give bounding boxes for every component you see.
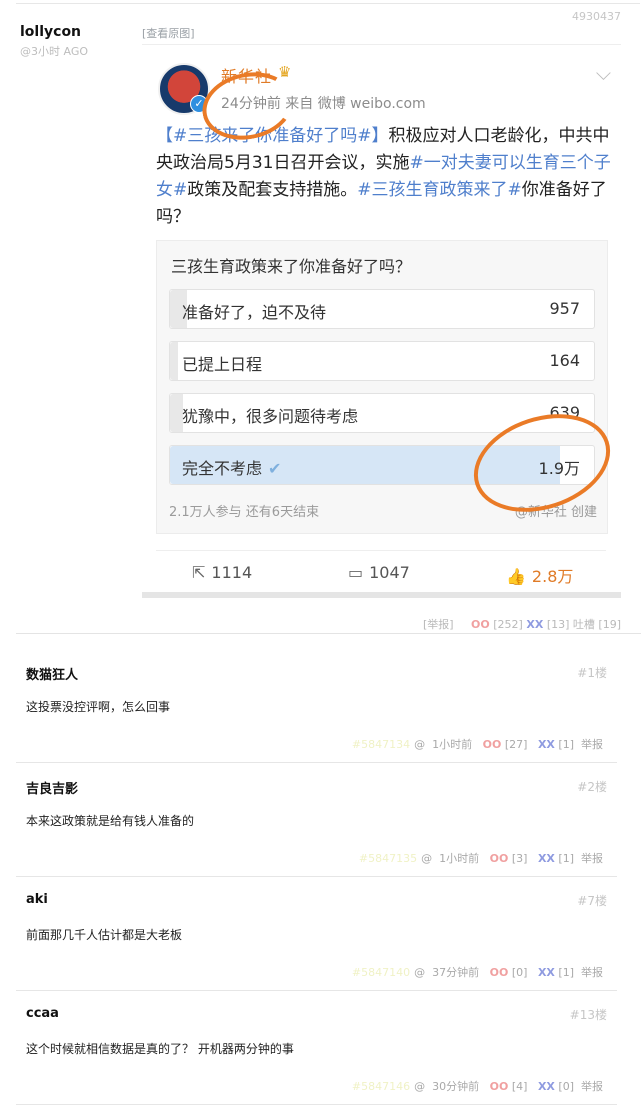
comment-meta: #5847140 @ 37分钟前 OO [0] XX [1] 举报 bbox=[351, 966, 603, 979]
xx-button[interactable]: XX bbox=[538, 1080, 555, 1093]
screenshot-bottom-bar bbox=[142, 592, 621, 598]
comment-user[interactable]: 数猫狂人 bbox=[26, 664, 78, 683]
comment-hash: #5847134 bbox=[351, 738, 411, 751]
report-link[interactable]: 举报 bbox=[581, 1080, 603, 1093]
comment-action[interactable]: ▭ 1047 bbox=[348, 563, 410, 582]
report-link[interactable]: 举报 bbox=[581, 966, 603, 979]
comment-item: 吉良吉影 #2楼 本来这政策就是给有钱人准备的 #5847135 @ 1小时前 O… bbox=[16, 764, 617, 877]
comment-floor[interactable]: #2楼 bbox=[577, 778, 607, 795]
poll-option-2-count: 164 bbox=[549, 351, 580, 370]
poll-option-2[interactable]: 已提上日程 164 bbox=[169, 341, 595, 381]
xx-count: [0] bbox=[558, 1080, 574, 1093]
comment-meta: #5847146 @ 30分钟前 OO [4] XX [0] 举报 bbox=[351, 1080, 603, 1093]
xx-button[interactable]: XX bbox=[538, 852, 555, 865]
comment-hash: #5847135 bbox=[358, 852, 418, 865]
oo-button[interactable]: OO bbox=[490, 966, 509, 979]
body-text-2: 政策及配套支持措施。 bbox=[187, 180, 358, 200]
report-link[interactable]: 举报 bbox=[581, 852, 603, 865]
comment-time: 30分钟前 bbox=[432, 1080, 480, 1093]
poll-option-1-count: 957 bbox=[549, 299, 580, 318]
top-divider bbox=[16, 3, 640, 4]
comment-floor[interactable]: #13楼 bbox=[570, 1006, 607, 1023]
oo-count: [27] bbox=[504, 738, 528, 751]
poll-option-1-label: 准备好了，迫不及待 bbox=[182, 303, 327, 322]
like-action[interactable]: 👍 2.8万 bbox=[506, 563, 573, 587]
poll-option-2-fill bbox=[170, 342, 179, 380]
comment-text: 本来这政策就是给有钱人准备的 bbox=[26, 814, 195, 828]
report-link[interactable]: 举报 bbox=[581, 738, 603, 751]
weibo-body: 【#三孩来了你准备好了吗#】积极应对人口老龄化，中共中央政治局5月31日召开会议… bbox=[156, 123, 612, 231]
xx-count: [1] bbox=[558, 966, 574, 979]
view-original-link[interactable]: [查看原图] bbox=[142, 25, 195, 41]
post-author[interactable]: lollycon bbox=[20, 24, 81, 40]
oo-count: [4] bbox=[511, 1080, 528, 1093]
oo-button[interactable]: OO bbox=[490, 1080, 509, 1093]
comment-text: 前面那几千人估计都是大老板 bbox=[26, 928, 183, 942]
comment-time: 1小时前 bbox=[432, 738, 473, 751]
comment-item: ccaa #13楼 这个时候就相信数据是真的了？ 开机器两分钟的事 #58471… bbox=[16, 992, 617, 1105]
comment-icon: ▭ bbox=[348, 563, 364, 582]
post-report-bar: [举报] OO [252] XX [13] 吐槽 [19] bbox=[423, 616, 621, 632]
tucao-count: [19] bbox=[598, 618, 621, 631]
post-id[interactable]: 4930437 bbox=[572, 10, 621, 23]
thumbs-up-icon: 👍 bbox=[506, 567, 526, 586]
comment-count: 1047 bbox=[369, 563, 410, 582]
xx-count: [1] bbox=[558, 738, 574, 751]
share-count: 1114 bbox=[211, 563, 253, 582]
like-count: 2.8万 bbox=[531, 567, 574, 586]
comment-hash: #5847140 bbox=[351, 966, 411, 979]
comment-meta: #5847134 @ 1小时前 OO [27] XX [1] 举报 bbox=[351, 738, 603, 751]
poll-option-3-fill bbox=[170, 394, 183, 432]
comment-user[interactable]: ccaa bbox=[26, 1006, 59, 1021]
xx-count: [13] bbox=[546, 618, 570, 631]
report-link[interactable]: [举报] bbox=[423, 618, 454, 631]
comment-item: 数猫狂人 #1楼 这投票没控评啊，怎么回事 #5847134 @ 1小时前 OO … bbox=[16, 650, 617, 763]
poll-option-3-label: 犹豫中，很多问题待考虑 bbox=[182, 407, 359, 426]
hashtag-policy: #三孩生育政策来了# bbox=[357, 180, 522, 200]
poll-footer: 2.1万人参与 还有6天结束 bbox=[169, 505, 320, 520]
xx-button[interactable]: XX bbox=[538, 966, 555, 979]
comment-user[interactable]: 吉良吉影 bbox=[26, 778, 78, 797]
poll-option-2-label: 已提上日程 bbox=[182, 355, 263, 374]
check-icon: ✔ bbox=[268, 459, 282, 478]
comment-item: aki #7楼 前面那几千人估计都是大老板 #5847140 @ 37分钟前 OO… bbox=[16, 878, 617, 991]
oo-count: [252] bbox=[493, 618, 523, 631]
xx-button[interactable]: XX bbox=[538, 738, 555, 751]
poll-title: 三孩生育政策来了你准备好了吗？ bbox=[171, 257, 412, 276]
weibo-action-bar: ⇱ 1114 ▭ 1047 👍 2.8万 bbox=[156, 550, 606, 597]
comment-floor[interactable]: #7楼 bbox=[577, 892, 607, 909]
comment-time: 37分钟前 bbox=[432, 966, 480, 979]
comment-text: 这个时候就相信数据是真的了？ 开机器两分钟的事 bbox=[26, 1042, 294, 1056]
comments-divider bbox=[16, 633, 641, 634]
xx-count: [1] bbox=[558, 852, 574, 865]
chevron-down-icon: ⌵ bbox=[595, 61, 611, 85]
oo-button[interactable]: OO bbox=[471, 618, 490, 631]
tucao-button[interactable]: 吐槽 bbox=[573, 618, 595, 631]
comment-time: 1小时前 bbox=[439, 852, 480, 865]
comment-floor[interactable]: #1楼 bbox=[577, 664, 607, 681]
oo-count: [0] bbox=[511, 966, 528, 979]
post-time: @3小时 AGO bbox=[20, 45, 89, 58]
poll-option-4-label: 完全不考虑 ✔ bbox=[182, 455, 281, 479]
oo-button[interactable]: OO bbox=[490, 852, 509, 865]
comment-user[interactable]: aki bbox=[26, 892, 48, 907]
comment-text: 这投票没控评啊，怎么回事 bbox=[26, 700, 171, 714]
xx-button[interactable]: XX bbox=[526, 618, 543, 631]
share-icon: ⇱ bbox=[192, 563, 206, 582]
weibo-screenshot: ✓ 新华社 ♛ 24分钟前 来自 微博 weibo.com ⌵ 【#三孩来了你准… bbox=[142, 44, 623, 599]
share-action[interactable]: ⇱ 1114 bbox=[192, 563, 252, 582]
comment-hash: #5847146 bbox=[351, 1080, 411, 1093]
comment-meta: #5847135 @ 1小时前 OO [3] XX [1] 举报 bbox=[358, 852, 603, 865]
oo-count: [3] bbox=[511, 852, 528, 865]
poll-option-4-text: 完全不考虑 bbox=[182, 459, 263, 478]
poll-option-1[interactable]: 准备好了，迫不及待 957 bbox=[169, 289, 595, 329]
oo-button[interactable]: OO bbox=[483, 738, 502, 751]
